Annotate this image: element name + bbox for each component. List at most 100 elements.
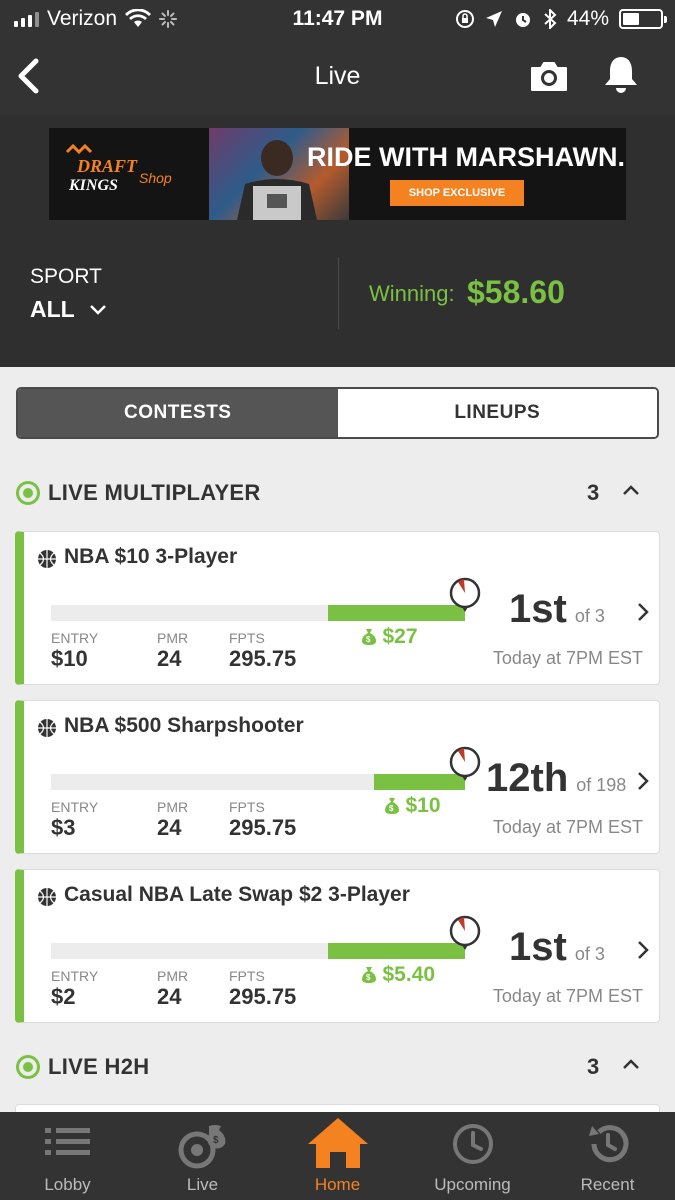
battery-percent: 44%	[566, 7, 609, 30]
pmr-value: 24	[157, 984, 182, 1009]
contest-card[interactable]: Casual NBA Late Swap $2 3-Player $ $5.40…	[15, 869, 660, 1023]
progress-bar-fill	[328, 605, 465, 621]
contest-name: NBA $500 Sharpshooter	[64, 714, 304, 737]
winnings-amount: $10	[405, 794, 441, 817]
svg-text:$: $	[366, 973, 371, 982]
winnings: $ $5.40	[361, 963, 436, 987]
pmr-label: PMR	[157, 799, 189, 815]
svg-text:KINGS: KINGS	[68, 177, 118, 194]
live-moneybag-icon: $	[178, 1125, 225, 1169]
entry-value: $3	[51, 815, 76, 840]
contest-card[interactable]: NBA $10 3-Player $ $27 ENTRY $10 PMR 24 …	[15, 531, 660, 685]
tab-live[interactable]: $ Live	[135, 1112, 270, 1200]
bottom-tab-bar: Lobby $ Live Home Upcoming Recent	[0, 1112, 675, 1200]
pmr-label: PMR	[157, 630, 189, 646]
history-icon	[588, 1125, 628, 1163]
chevron-up-icon[interactable]	[622, 483, 640, 497]
game-clock-icon	[449, 577, 481, 612]
fpts-label: FPTS	[229, 630, 265, 646]
contest-start-time: Today at 7PM EST	[492, 648, 643, 668]
contest-start-time: Today at 7PM EST	[492, 986, 643, 1006]
notifications-bell-icon[interactable]	[600, 53, 642, 97]
battery-icon	[619, 9, 667, 29]
shop-exclusive-button[interactable]: SHOP EXCLUSIVE	[390, 180, 524, 206]
game-clock-icon	[449, 915, 481, 950]
section-title: LIVE MULTIPLAYER	[48, 480, 261, 505]
section-header-live-multiplayer[interactable]: LIVE MULTIPLAYER 3	[16, 473, 659, 513]
sport-filter-label: SPORT	[30, 265, 102, 288]
location-icon	[485, 11, 502, 27]
rank-value: 12th	[486, 756, 569, 800]
section-count: 3	[587, 480, 600, 505]
header-divider	[338, 257, 339, 329]
money-bag-icon: $	[361, 967, 376, 983]
tab-label: Home	[314, 1175, 361, 1194]
home-icon	[307, 1118, 368, 1168]
chevron-up-icon[interactable]	[622, 1057, 640, 1071]
rank-of-total: of 3	[574, 944, 605, 964]
lobby-list-icon	[44, 1128, 90, 1155]
section-count: 3	[587, 1054, 600, 1079]
nav-bar: Live	[0, 38, 675, 114]
chevron-down-icon	[89, 304, 106, 315]
entry-label: ENTRY	[51, 630, 99, 646]
chevron-right-icon[interactable]	[636, 602, 650, 622]
chevron-right-icon[interactable]	[636, 771, 650, 791]
money-bag-icon: $	[384, 798, 399, 814]
contest-card[interactable]: NBA $500 Sharpshooter $ $10 ENTRY $3 PMR…	[15, 700, 660, 854]
winnings: $ $27	[361, 625, 418, 649]
contest-start-time: Today at 7PM EST	[492, 817, 643, 837]
pmr-value: 24	[157, 815, 182, 840]
fpts-value: 295.75	[229, 984, 297, 1009]
tab-recent[interactable]: Recent	[540, 1112, 675, 1200]
tab-lineups[interactable]: LINEUPS	[337, 389, 657, 437]
tab-lobby[interactable]: Lobby	[0, 1112, 135, 1200]
entry-label: ENTRY	[51, 799, 99, 815]
tab-label: Lobby	[44, 1175, 91, 1194]
promo-banner[interactable]: DRAFT KINGS Shop RIDE WITH MARSHAWN. SHO…	[49, 128, 626, 220]
winnings-amount: $5.40	[382, 963, 436, 986]
basketball-icon	[38, 888, 56, 906]
tab-contests[interactable]: CONTESTS	[18, 389, 338, 437]
chevron-right-icon[interactable]	[636, 940, 650, 960]
svg-text:$: $	[366, 635, 371, 644]
sport-filter-dropdown[interactable]: ALL	[30, 296, 107, 323]
rank: 1st of 3	[509, 925, 605, 970]
banner-shop-script: Shop	[139, 170, 172, 186]
game-clock-icon	[449, 746, 481, 781]
rank: 1st of 3	[509, 587, 605, 632]
contest-name: NBA $10 3-Player	[64, 545, 238, 568]
winnings: $ $10	[384, 794, 441, 818]
section-header-live-h2h[interactable]: LIVE H2H 3	[16, 1047, 659, 1087]
svg-text:$: $	[389, 804, 394, 813]
banner-headline: RIDE WITH MARSHAWN.	[307, 142, 625, 172]
money-bag-icon: $	[361, 629, 376, 645]
winning-label: Winning:	[369, 281, 455, 306]
fpts-label: FPTS	[229, 968, 265, 984]
entry-value: $2	[51, 984, 76, 1009]
sport-filter-value: ALL	[30, 296, 75, 322]
fpts-label: FPTS	[229, 799, 265, 815]
basketball-icon	[38, 550, 56, 568]
rank: 12th of 198	[486, 756, 626, 801]
pmr-value: 24	[157, 646, 182, 671]
rank-of-total: of 198	[576, 775, 627, 795]
basketball-icon	[38, 719, 56, 737]
live-indicator-icon	[16, 1055, 40, 1079]
tab-upcoming[interactable]: Upcoming	[405, 1112, 540, 1200]
segmented-tabs: CONTESTS LINEUPS	[16, 387, 659, 439]
rank-value: 1st	[509, 925, 567, 969]
winning-amount: $58.60	[467, 274, 565, 310]
page-title: Live	[314, 62, 361, 90]
clock-icon	[452, 1124, 493, 1164]
tab-home[interactable]: Home	[270, 1112, 405, 1200]
bluetooth-icon	[544, 9, 557, 29]
fpts-value: 295.75	[229, 646, 297, 671]
tab-label: Recent	[580, 1175, 635, 1194]
svg-text:$: $	[213, 1135, 219, 1146]
camera-icon[interactable]	[528, 56, 570, 96]
rotation-lock-icon	[455, 10, 474, 28]
entry-label: ENTRY	[51, 968, 99, 984]
entry-value: $10	[51, 646, 88, 671]
progress-bar-fill	[328, 943, 465, 959]
